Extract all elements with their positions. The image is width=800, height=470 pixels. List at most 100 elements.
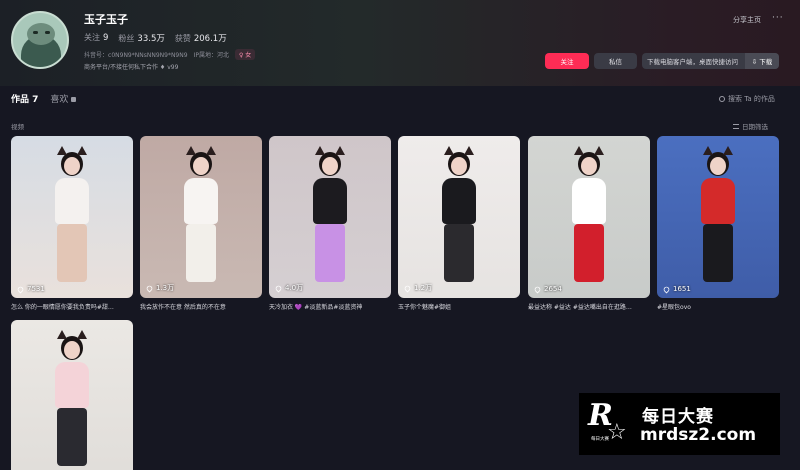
ip-location: IP属地：河北 (193, 52, 229, 59)
follow-button[interactable]: 关注 (545, 53, 589, 69)
video-card[interactable]: 2654 (528, 136, 650, 298)
figure-legs (57, 224, 87, 282)
video-caption[interactable]: 怎么 你的一眼情愿你要我负责吗#甜… (11, 302, 133, 311)
cat-ear (186, 146, 196, 155)
video-caption[interactable]: 我会放作不在意 然后真的不在意 (140, 302, 262, 311)
video-card[interactable]: 4.0万 (269, 136, 391, 298)
like-count: 2654 (533, 285, 562, 293)
video-cover-figure (11, 136, 133, 298)
figure-legs (574, 224, 604, 282)
video-cover-figure (657, 136, 779, 298)
cat-ear (703, 146, 713, 155)
like-count: 1651 (662, 285, 691, 293)
tab-likes[interactable]: 喜欢 (50, 92, 77, 105)
profile-header: 玉子玉子 关注 9 粉丝 33.5万 获赞 206.1万 抖音号：c0N9N9*NNs… (0, 0, 800, 86)
figure-face (581, 157, 597, 175)
video-cover-figure (528, 136, 650, 298)
figure-outfit (313, 178, 347, 224)
figure-outfit (184, 178, 218, 224)
cat-ear (77, 146, 87, 155)
figure-outfit (55, 178, 89, 224)
figure-face (64, 157, 80, 175)
figure-legs (703, 224, 733, 282)
like-count: 1.2万 (403, 283, 432, 293)
account-id: 抖音号：c0N9N9*NNsNN9N9*N9N9 (84, 52, 188, 59)
video-caption[interactable]: #星眼包ovo (657, 302, 779, 311)
video-caption[interactable]: 玉子你个魅魔#御姐 (398, 302, 520, 311)
filter-icon (733, 123, 739, 129)
watermark-title: 每日大赛 (642, 407, 714, 427)
figure-face (193, 157, 209, 175)
avatar-eye (33, 31, 38, 34)
cat-ear (335, 146, 345, 155)
video-card[interactable] (11, 320, 133, 470)
more-icon[interactable]: ··· (772, 13, 784, 23)
figure-face (451, 157, 467, 175)
profile-tabs: 作品 7 喜欢 (11, 92, 77, 105)
video-cover-figure (11, 320, 133, 470)
star-icon: ☆ (607, 420, 627, 445)
figure-face (710, 157, 726, 175)
cat-ear (723, 146, 733, 155)
heart-icon (145, 284, 154, 292)
figure-legs (186, 224, 216, 282)
stat-likes: 获赞 206.1万 (174, 34, 227, 44)
profile-bio: 商务平台/不接任何私下合作 ♦ v99 (84, 64, 179, 71)
figure-outfit (442, 178, 476, 224)
cat-ear (444, 146, 454, 155)
message-button[interactable]: 私信 (594, 53, 637, 69)
figure-legs (57, 408, 87, 466)
cat-ear (206, 146, 216, 155)
like-count: 7531 (16, 285, 45, 293)
video-card[interactable]: 7531 (11, 136, 133, 298)
video-card[interactable]: 1.2万 (398, 136, 520, 298)
cat-ear (464, 146, 474, 155)
cat-ear (57, 330, 67, 339)
search-icon (719, 96, 725, 102)
video-card[interactable]: 1651 (657, 136, 779, 298)
cat-ear (594, 146, 604, 155)
share-profile-button[interactable]: 分享主页 (733, 15, 761, 25)
video-caption[interactable]: 天冷加衣 💜 #淡蓝新品#淡蓝资神 (269, 302, 391, 311)
video-caption[interactable]: 最益达称 #益达 #益达嘴出自在逛路… (528, 302, 650, 311)
cat-ear (77, 330, 87, 339)
video-cover-figure (140, 136, 262, 298)
figure-legs (315, 224, 345, 282)
lock-icon (71, 97, 77, 102)
avatar-head (27, 23, 55, 45)
date-filter[interactable]: 日期筛选 (733, 121, 768, 131)
search-placeholder: 搜索 Ta 的作品 (728, 95, 775, 103)
heart-icon (274, 284, 283, 292)
stat-following[interactable]: 关注 9 (84, 32, 108, 44)
search-works[interactable]: 搜索 Ta 的作品 (719, 94, 775, 104)
video-card[interactable]: 1.3万 (140, 136, 262, 298)
avatar-eye (45, 31, 50, 34)
stat-followers[interactable]: 粉丝 33.5万 (118, 32, 164, 44)
section-label-video: 视频 (11, 123, 24, 131)
cat-ear (57, 146, 67, 155)
heart-icon (662, 285, 671, 293)
profile-meta: 抖音号：c0N9N9*NNsNN9N9*N9N9 IP属地：河北 ♀ 女 (84, 49, 256, 60)
cat-ear (315, 146, 325, 155)
heart-icon (16, 285, 25, 293)
download-button[interactable]: ⇩ 下载 (745, 53, 779, 69)
date-filter-label: 日期筛选 (742, 123, 768, 131)
download-hint: 下载电脑客户端，桌面快捷访问 (647, 58, 738, 66)
like-count: 1.3万 (145, 283, 174, 293)
video-cover-figure (269, 136, 391, 298)
watermark-url: mrdsz2.com (640, 425, 757, 445)
watermark-sub: 每日大赛 (591, 437, 609, 442)
figure-face (64, 341, 80, 359)
figure-outfit (701, 178, 735, 224)
heart-icon (533, 285, 542, 293)
gender-badge: ♀ 女 (234, 49, 256, 60)
avatar[interactable] (11, 11, 69, 69)
like-count: 4.0万 (274, 283, 303, 293)
profile-name: 玉子玉子 (84, 13, 128, 26)
figure-legs (444, 224, 474, 282)
profile-stats: 关注 9 粉丝 33.5万 获赞 206.1万 (84, 32, 227, 44)
download-client-banner[interactable]: 下载电脑客户端，桌面快捷访问 ⇩ 下载 (642, 53, 779, 69)
tab-works[interactable]: 作品 7 (11, 92, 38, 105)
cat-ear (574, 146, 584, 155)
figure-face (322, 157, 338, 175)
